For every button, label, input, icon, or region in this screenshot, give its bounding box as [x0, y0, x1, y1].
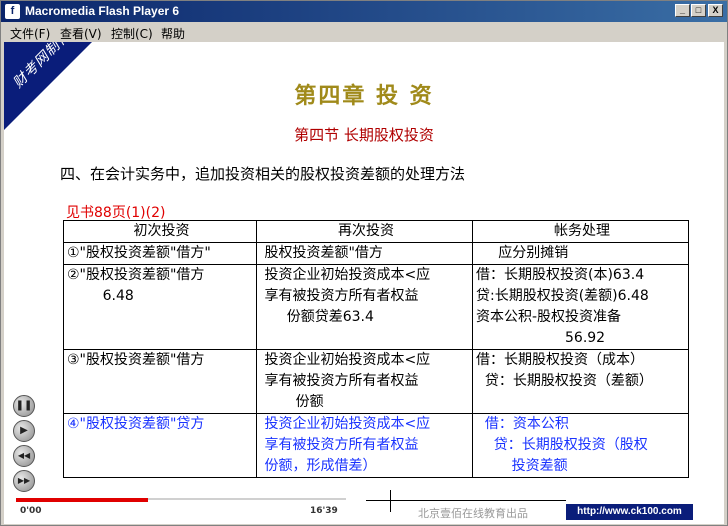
cell-line: 享有被投资方所有者权益 — [260, 373, 419, 389]
book-reference: 见书88页(1)(2) — [66, 205, 166, 221]
minimize-button[interactable]: _ — [675, 4, 690, 17]
cell-line: 借：资本公积 — [476, 416, 569, 432]
table-cell: 股权投资差额"借方 — [256, 242, 473, 265]
menu-file[interactable]: 文件(F) — [10, 25, 50, 42]
cell-line: 投资企业初始投资成本<应 — [260, 267, 431, 283]
cell-line: 借：长期股权投资(本)63.4 — [476, 267, 645, 283]
chapter-title: 第四章 投 资 — [294, 83, 434, 109]
cell-line: 股权投资差额"借方 — [260, 245, 383, 261]
cell-line: ①"股权投资差额"借方" — [67, 245, 211, 261]
cell-line: 份额，形成借差） — [260, 458, 377, 474]
cell-line: ④"股权投资差额"贷方 — [67, 416, 205, 432]
publisher-label: 北京壹佰在线教育出品 — [418, 507, 528, 520]
cell-line: 应分别摊销 — [476, 245, 569, 261]
menu-view[interactable]: 查看(V) — [60, 25, 102, 42]
window-title: Macromedia Flash Player 6 — [25, 4, 180, 18]
fast-forward-button[interactable]: ▶▶ — [13, 470, 35, 492]
flash-player-window: f Macromedia Flash Player 6 _ □ X 文件(F) … — [0, 0, 728, 526]
menu-control[interactable]: 控制(C) — [111, 25, 153, 42]
section-title: 第四节 长期股权投资 — [294, 126, 434, 144]
cell-line: 享有被投资方所有者权益 — [260, 437, 419, 453]
table-cell: ①"股权投资差额"借方" — [63, 242, 257, 265]
flash-stage: 财考网制作 第四章 投 资 第四节 长期股权投资 四、在会计实务中，追加投资相关… — [4, 42, 724, 496]
cell-line: 56.92 — [476, 330, 606, 346]
pause-button[interactable]: ❚❚ — [13, 395, 35, 417]
table-cell: ③"股权投资差额"借方 — [63, 349, 257, 414]
table-cell: ②"股权投资差额"借方 6.48 — [63, 264, 257, 350]
table-cell: 应分别摊销 — [472, 242, 689, 265]
header-accounting-treatment: 帐务处理 — [472, 220, 689, 243]
playback-timeline: 0'00 16'39 北京壹佰在线教育出品 http://www.ck100.c… — [4, 490, 724, 524]
cell-line: 份额贷差63.4 — [260, 309, 374, 325]
rewind-button[interactable]: ◀◀ — [13, 445, 35, 467]
current-time: 0'00 — [20, 506, 42, 516]
topic-heading: 四、在会计实务中，追加投资相关的股权投资差额的处理方法 — [60, 165, 466, 183]
table-cell: 借：长期股权投资（成本） 贷：长期股权投资（差额） — [472, 349, 689, 414]
header-additional-investment: 再次投资 — [256, 220, 473, 243]
cell-line: 资本公积-股权投资准备 — [476, 309, 622, 325]
cell-line: 贷：长期股权投资（股权 — [476, 437, 648, 453]
total-time: 16'39 — [310, 506, 338, 516]
cell-line: 贷：长期股权投资（差额） — [476, 373, 653, 389]
progress-track[interactable] — [16, 498, 346, 502]
table-cell: 借：长期股权投资(本)63.4 贷:长期股权投资(差额)6.48 资本公积-股权… — [472, 264, 689, 350]
website-link[interactable]: http://www.ck100.com — [566, 504, 693, 520]
cell-line: ②"股权投资差额"借方 — [67, 267, 205, 283]
header-initial-investment: 初次投资 — [63, 220, 257, 243]
menu-bar: 文件(F) 查看(V) 控制(C) 帮助 — [1, 22, 727, 42]
table-row: ②"股权投资差额"借方 6.48 投资企业初始投资成本<应 享有被投资方所有者权… — [63, 264, 689, 350]
table-header-row: 初次投资 再次投资 帐务处理 — [63, 220, 689, 243]
table-row: ③"股权投资差额"借方 投资企业初始投资成本<应 享有被投资方所有者权益 份额 … — [63, 349, 689, 414]
table-cell: 投资企业初始投资成本<应 享有被投资方所有者权益 份额 — [256, 349, 473, 414]
cell-line: 享有被投资方所有者权益 — [260, 288, 419, 304]
table-row: ④"股权投资差额"贷方 投资企业初始投资成本<应 享有被投资方所有者权益 份额，… — [63, 413, 689, 478]
progress-fill — [16, 498, 148, 502]
cell-line: 投资差额 — [476, 458, 568, 474]
maximize-button[interactable]: □ — [691, 4, 706, 17]
cell-line: 借：长期股权投资（成本） — [476, 352, 644, 368]
table-cell: 借：资本公积 贷：长期股权投资（股权 投资差额 — [472, 413, 689, 478]
menu-help[interactable]: 帮助 — [161, 25, 185, 42]
table-cell: 投资企业初始投资成本<应 享有被投资方所有者权益 份额贷差63.4 — [256, 264, 473, 350]
timeline-divider-line — [366, 500, 566, 501]
flash-app-icon[interactable]: f — [5, 4, 20, 19]
table-row: ①"股权投资差额"借方" 股权投资差额"借方 应分别摊销 — [63, 242, 689, 265]
accounting-table: 初次投资 再次投资 帐务处理 ①"股权投资差额"借方" 股权投资差额"借方 应分… — [63, 220, 689, 478]
table-cell: ④"股权投资差额"贷方 — [63, 413, 257, 478]
cell-line: 投资企业初始投资成本<应 — [260, 352, 431, 368]
close-button[interactable]: X — [708, 4, 723, 17]
title-bar[interactable]: f Macromedia Flash Player 6 _ □ X — [1, 1, 727, 22]
cell-line: 投资企业初始投资成本<应 — [260, 416, 431, 432]
cell-line: 份额 — [260, 394, 324, 410]
cell-line: 6.48 — [67, 288, 134, 304]
play-button[interactable]: ▶ — [13, 420, 35, 442]
timeline-marker — [390, 490, 391, 512]
cell-line: 贷:长期股权投资(差额)6.48 — [476, 288, 649, 304]
cell-line: ③"股权投资差额"借方 — [67, 352, 205, 368]
table-cell: 投资企业初始投资成本<应 享有被投资方所有者权益 份额，形成借差） — [256, 413, 473, 478]
